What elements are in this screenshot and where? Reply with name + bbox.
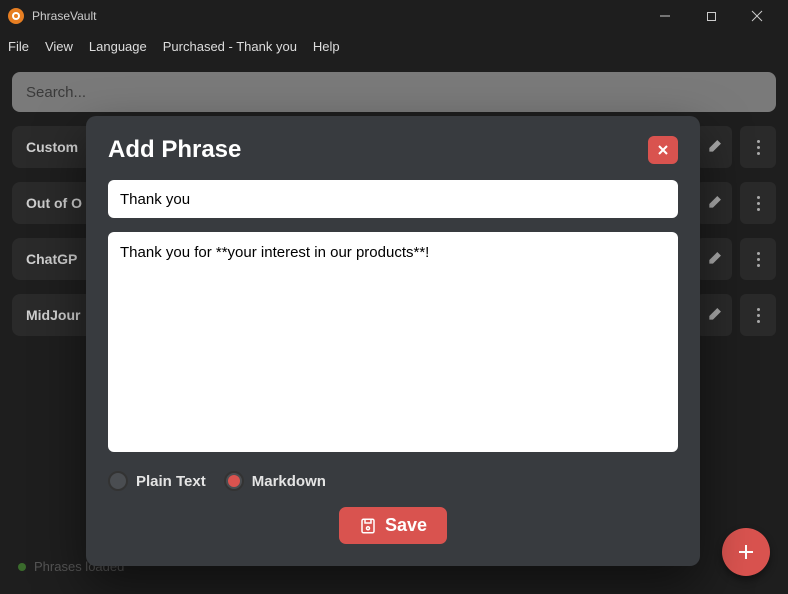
format-radio-group: Plain Text Markdown <box>108 471 678 491</box>
phrase-body-textarea[interactable] <box>108 232 678 452</box>
window-close-button[interactable] <box>734 0 780 32</box>
edit-button[interactable] <box>696 126 732 168</box>
add-phrase-modal: Add Phrase Plain Text Markdown Save <box>86 116 700 566</box>
app-icon <box>8 8 24 24</box>
save-button-label: Save <box>385 515 427 536</box>
kebab-icon <box>757 196 760 211</box>
radio-label: Markdown <box>252 473 326 490</box>
phrase-label: MidJour <box>26 307 80 323</box>
edit-button[interactable] <box>696 294 732 336</box>
phrase-label: Custom <box>26 139 78 155</box>
phrase-title-input[interactable] <box>108 180 678 218</box>
titlebar: PhraseVault <box>0 0 788 32</box>
radio-markdown[interactable]: Markdown <box>224 471 326 491</box>
more-button[interactable] <box>740 126 776 168</box>
radio-icon <box>108 471 128 491</box>
plus-icon <box>736 542 756 562</box>
search-input[interactable] <box>12 72 776 112</box>
close-icon <box>657 144 669 156</box>
menubar: File View Language Purchased - Thank you… <box>0 32 788 60</box>
menu-view[interactable]: View <box>45 39 73 54</box>
window-minimize-button[interactable] <box>642 0 688 32</box>
edit-button[interactable] <box>696 182 732 224</box>
phrase-label: ChatGP <box>26 251 77 267</box>
radio-icon <box>224 471 244 491</box>
save-icon <box>359 517 377 535</box>
save-button[interactable]: Save <box>339 507 447 544</box>
kebab-icon <box>757 252 760 267</box>
add-phrase-fab[interactable] <box>722 528 770 576</box>
more-button[interactable] <box>740 182 776 224</box>
radio-plain-text[interactable]: Plain Text <box>108 471 206 491</box>
status-indicator-icon <box>18 563 26 571</box>
edit-button[interactable] <box>696 238 732 280</box>
menu-file[interactable]: File <box>8 39 29 54</box>
modal-title: Add Phrase <box>108 136 241 164</box>
kebab-icon <box>757 308 760 323</box>
menu-help[interactable]: Help <box>313 39 340 54</box>
more-button[interactable] <box>740 294 776 336</box>
menu-purchased[interactable]: Purchased - Thank you <box>163 39 297 54</box>
app-title: PhraseVault <box>32 9 642 23</box>
phrase-label: Out of O <box>26 195 82 211</box>
kebab-icon <box>757 140 760 155</box>
more-button[interactable] <box>740 238 776 280</box>
radio-label: Plain Text <box>136 473 206 490</box>
modal-close-button[interactable] <box>648 136 678 164</box>
window-maximize-button[interactable] <box>688 0 734 32</box>
menu-language[interactable]: Language <box>89 39 147 54</box>
